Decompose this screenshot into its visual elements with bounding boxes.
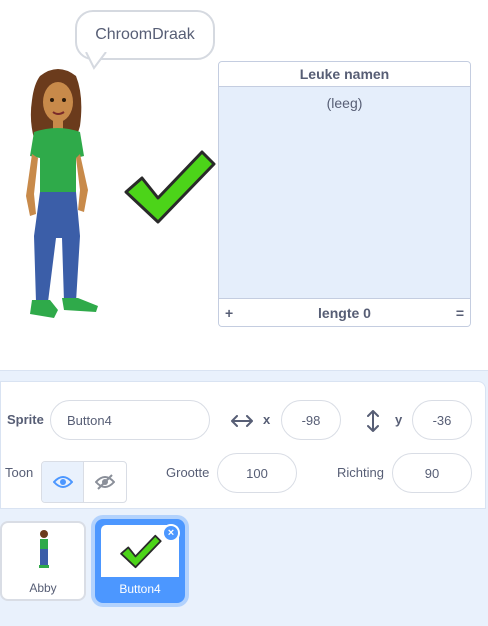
sprite-name-input[interactable]: Button4 xyxy=(50,400,210,440)
list-resize-handle[interactable]: = xyxy=(456,305,464,321)
abby-thumbnail xyxy=(39,530,49,568)
checkmark-thumbnail xyxy=(120,534,162,569)
list-length: lengte 0 xyxy=(318,304,371,321)
x-arrows-icon xyxy=(231,415,253,427)
list-title: Leuke namen xyxy=(219,62,470,87)
stage[interactable]: ChroomDraak Leuke namen (leeg) + lengte … xyxy=(0,0,488,370)
size-input[interactable]: 100 xyxy=(217,453,297,493)
hide-button[interactable] xyxy=(84,462,126,502)
sprite-tile-name: Abby xyxy=(29,581,57,595)
direction-label: Richting xyxy=(337,465,384,480)
eye-icon xyxy=(52,476,73,488)
delete-sprite-icon[interactable]: × xyxy=(162,524,180,542)
y-value: -36 xyxy=(432,412,452,428)
sprite-tile-button4[interactable]: × Button4 xyxy=(95,519,185,603)
sprite-label: Sprite xyxy=(7,412,44,427)
eye-slash-icon xyxy=(95,474,115,490)
list-empty-text: (leeg) xyxy=(326,95,363,111)
y-input[interactable]: -36 xyxy=(412,400,472,440)
list-add-button[interactable]: + xyxy=(225,305,233,321)
list-footer: + lengte 0 = xyxy=(219,298,470,326)
y-label: y xyxy=(395,412,403,427)
x-value: -98 xyxy=(301,412,321,428)
speech-bubble-text: ChroomDraak xyxy=(95,26,195,43)
x-input[interactable]: -98 xyxy=(281,400,341,440)
abby-sprite[interactable] xyxy=(18,66,108,324)
sprite-info: Sprite Button4 x -98 y -36 Toon Grootte … xyxy=(0,381,486,509)
sprite-pane: Sprite Button4 x -98 y -36 Toon Grootte … xyxy=(0,370,488,626)
show-button[interactable] xyxy=(42,462,85,502)
direction-value: 90 xyxy=(424,465,440,481)
sprite-tile-name: Button4 xyxy=(119,582,161,596)
sprite-list: Abby × Button4 xyxy=(0,509,488,626)
checkmark-sprite[interactable] xyxy=(120,146,216,226)
visibility-toggle xyxy=(41,461,127,503)
x-label: x xyxy=(263,412,271,427)
size-value: 100 xyxy=(246,465,268,481)
sprite-name-value: Button4 xyxy=(67,412,112,428)
y-arrows-icon xyxy=(367,410,379,432)
direction-input[interactable]: 90 xyxy=(392,453,472,493)
size-label: Grootte xyxy=(166,465,210,480)
list-monitor[interactable]: Leuke namen (leeg) + lengte 0 = xyxy=(218,61,471,327)
sprite-tile-abby[interactable]: Abby xyxy=(0,521,86,601)
show-label: Toon xyxy=(5,465,34,480)
